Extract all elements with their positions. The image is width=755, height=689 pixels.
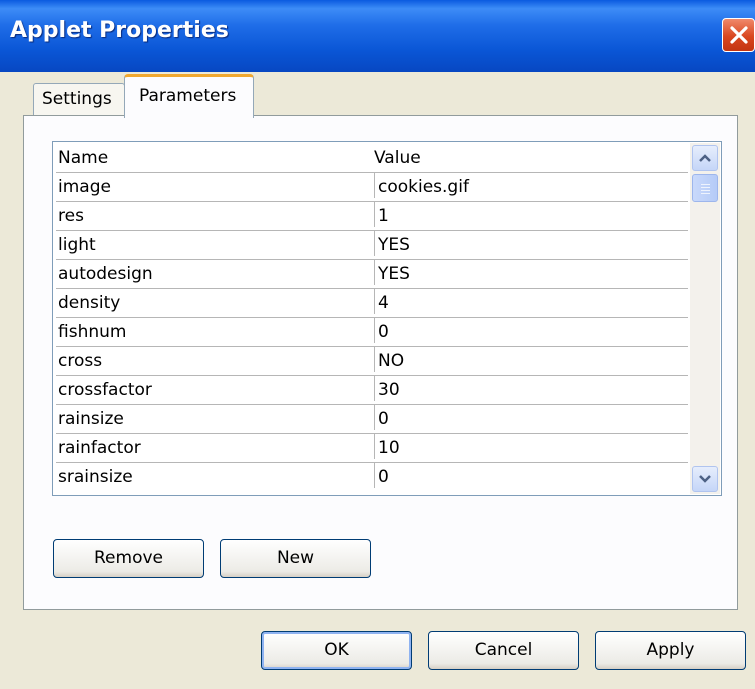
tab-settings[interactable]: Settings <box>33 83 125 115</box>
vertical-scrollbar[interactable] <box>690 143 720 494</box>
param-name-cell: light <box>58 235 96 255</box>
param-name-cell: srainsize <box>58 467 133 487</box>
ok-button[interactable]: OK <box>261 631 412 670</box>
table-row[interactable]: rainsize 0 <box>56 404 688 433</box>
param-value-cell[interactable]: 0 <box>374 318 688 343</box>
param-name-cell: rainfactor <box>58 438 141 458</box>
column-header-name[interactable]: Name <box>56 145 374 171</box>
new-button[interactable]: New <box>220 539 371 578</box>
table-row[interactable]: light YES <box>56 230 688 259</box>
applet-properties-dialog: Applet Properties Settings Parameters Na… <box>0 0 755 689</box>
table-row[interactable]: rainfactor 10 <box>56 433 688 462</box>
table-row[interactable]: cross NO <box>56 346 688 375</box>
param-value-cell[interactable]: 30 <box>374 376 688 401</box>
param-value-cell[interactable]: cookies.gif <box>374 173 688 198</box>
column-header-value[interactable]: Value <box>371 145 689 171</box>
apply-button[interactable]: Apply <box>595 631 746 670</box>
table-row[interactable]: crossfactor 30 <box>56 375 688 404</box>
chevron-down-icon <box>699 475 711 483</box>
chevron-up-icon <box>699 154 711 162</box>
title-bar[interactable]: Applet Properties <box>0 0 755 72</box>
table-row[interactable]: image cookies.gif <box>56 172 688 201</box>
param-value-cell[interactable]: YES <box>374 260 688 285</box>
table-row[interactable]: srainsize 0 <box>56 462 688 491</box>
param-name-cell: res <box>58 206 84 226</box>
scroll-down-button[interactable] <box>692 466 718 492</box>
table-row[interactable]: autodesign YES <box>56 259 688 288</box>
tab-parameters[interactable]: Parameters <box>124 74 254 118</box>
close-button[interactable] <box>722 18 755 52</box>
table-row[interactable]: fishnum 0 <box>56 317 688 346</box>
param-value-cell[interactable]: 1 <box>374 202 688 227</box>
param-name-cell: rainsize <box>58 409 124 429</box>
tab-settings-label: Settings <box>42 89 112 109</box>
tab-parameters-label: Parameters <box>139 86 237 106</box>
param-name-cell: crossfactor <box>58 380 152 400</box>
table-row[interactable]: res 1 <box>56 201 688 230</box>
remove-button[interactable]: Remove <box>53 539 204 578</box>
param-name-cell: autodesign <box>58 264 153 284</box>
window-title: Applet Properties <box>10 18 229 43</box>
param-name-cell: fishnum <box>58 322 127 342</box>
scroll-up-button[interactable] <box>692 145 718 171</box>
cancel-button[interactable]: Cancel <box>428 631 579 670</box>
parameters-table[interactable]: Name Value image cookies.gif res 1 light… <box>52 141 722 496</box>
param-value-cell[interactable]: 10 <box>374 434 688 459</box>
param-value-cell[interactable]: YES <box>374 231 688 256</box>
scrollbar-thumb[interactable] <box>692 174 718 202</box>
close-icon <box>730 26 748 44</box>
param-value-cell[interactable]: 0 <box>374 463 688 488</box>
param-value-cell[interactable]: 4 <box>374 289 688 314</box>
param-value-cell[interactable]: NO <box>374 347 688 372</box>
param-name-cell: cross <box>58 351 103 371</box>
param-value-cell[interactable]: 0 <box>374 405 688 430</box>
table-row[interactable]: density 4 <box>56 288 688 317</box>
param-name-cell: image <box>58 177 111 197</box>
param-name-cell: density <box>58 293 121 313</box>
